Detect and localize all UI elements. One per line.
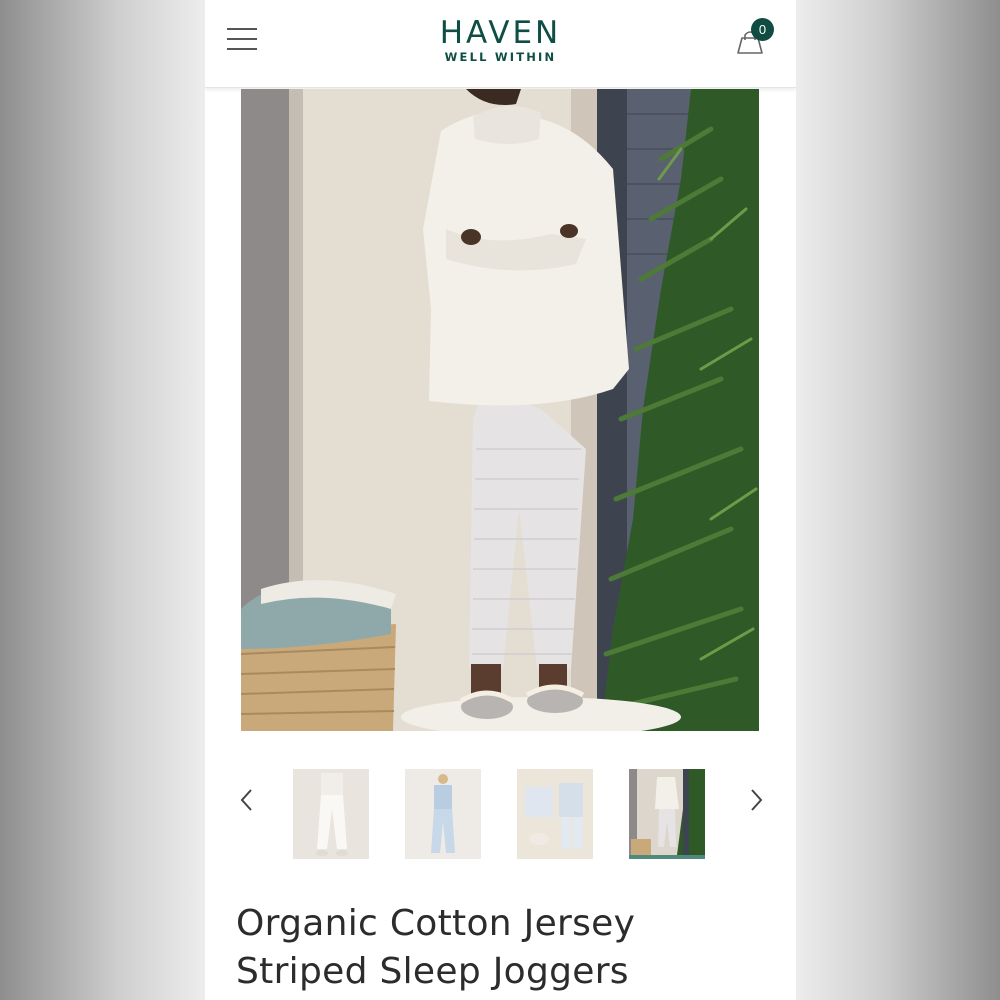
product-title-line-2: Striped Sleep Joggers <box>236 951 629 992</box>
thumbnail-flat-lay-pajama-set <box>517 769 593 859</box>
brand-name: HAVEN <box>439 15 562 51</box>
thumbnail-model-with-pine-tree <box>629 769 705 855</box>
carousel-prev-button[interactable] <box>233 784 263 816</box>
cart-count-badge: 0 <box>751 18 774 41</box>
product-title-line-1: Organic Cotton Jersey <box>236 903 636 944</box>
chevron-left-icon <box>240 789 252 811</box>
brand-logo[interactable]: HAVEN WELL WITHIN <box>205 16 796 64</box>
thumbnail-carousel <box>205 760 796 864</box>
thumbnail-2[interactable] <box>405 769 481 859</box>
thumbnail-blue-striped-set <box>405 769 481 859</box>
main-product-image[interactable] <box>241 89 759 731</box>
chevron-right-icon <box>751 789 763 811</box>
product-page: HAVEN WELL WITHIN 0 Organic Cotton Jerse… <box>205 0 796 1000</box>
cart-button[interactable]: 0 <box>735 18 779 62</box>
brand-tagline: WELL WITHIN <box>444 50 557 64</box>
product-photo <box>241 89 759 731</box>
product-title: Organic Cotton Jersey Striped Sleep Jogg… <box>236 900 776 996</box>
thumbnail-white-joggers-front <box>293 769 369 859</box>
thumbnail-4-active[interactable] <box>629 769 705 859</box>
thumbnail-3[interactable] <box>517 769 593 859</box>
site-header: HAVEN WELL WITHIN 0 <box>205 0 796 88</box>
carousel-next-button[interactable] <box>741 784 771 816</box>
thumbnail-1[interactable] <box>293 769 369 859</box>
